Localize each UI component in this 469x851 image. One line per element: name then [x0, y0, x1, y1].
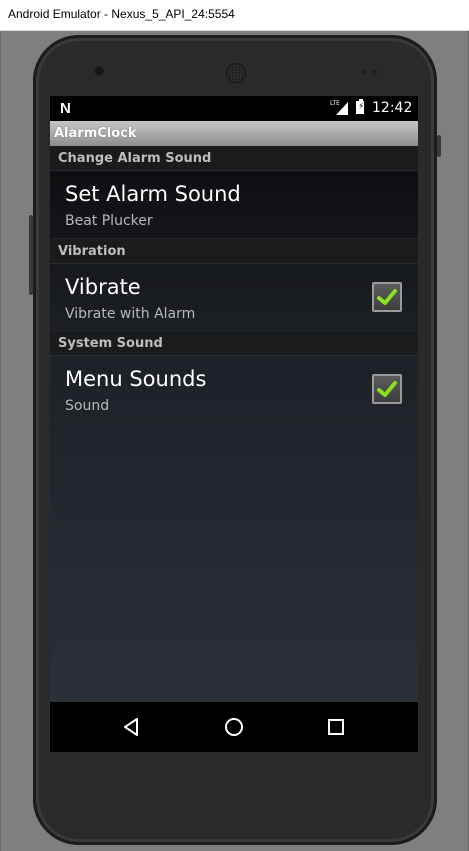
- proximity-sensor: [361, 70, 366, 75]
- category-system-sound: System Sound: [50, 331, 418, 356]
- app-bar: AlarmClock: [50, 121, 418, 146]
- home-icon[interactable]: [219, 712, 249, 742]
- pref-title: Set Alarm Sound: [65, 182, 241, 206]
- battery-icon: ⚡: [356, 99, 365, 114]
- check-icon: [377, 289, 397, 305]
- front-camera: [95, 67, 103, 75]
- pref-summary: Vibrate with Alarm: [65, 306, 196, 322]
- status-bar: N LTE ⚡ 12:42: [50, 96, 418, 121]
- emulator-title-bar: Android Emulator - Nexus_5_API_24:5554: [0, 0, 469, 31]
- n-icon: N: [60, 100, 71, 117]
- category-title: System Sound: [58, 336, 163, 351]
- window-border-left: [0, 31, 1, 851]
- status-time: 12:42: [372, 100, 413, 116]
- power-button[interactable]: [437, 135, 441, 157]
- pref-vibrate[interactable]: Vibrate Vibrate with Alarm: [50, 264, 418, 331]
- category-vibration: Vibration: [50, 239, 418, 264]
- app-title: AlarmClock: [54, 126, 137, 141]
- pref-summary: Beat Plucker: [65, 213, 153, 229]
- preferences-list: Change Alarm Sound Set Alarm Sound Beat …: [50, 146, 418, 702]
- earpiece-speaker: [226, 63, 246, 83]
- device-screen: N LTE ⚡ 12:42 AlarmClock Change Alarm So…: [50, 96, 418, 752]
- recents-icon[interactable]: [321, 712, 351, 742]
- vibrate-checkbox[interactable]: [372, 282, 402, 312]
- menu-sounds-checkbox[interactable]: [372, 374, 402, 404]
- pref-title: Vibrate: [65, 275, 141, 299]
- back-icon[interactable]: [116, 712, 146, 742]
- pref-menu-sounds[interactable]: Menu Sounds Sound: [50, 356, 418, 423]
- pref-summary: Sound: [65, 398, 110, 414]
- signal-icon: [336, 102, 348, 115]
- pref-set-alarm-sound[interactable]: Set Alarm Sound Beat Plucker: [50, 171, 418, 239]
- category-title: Change Alarm Sound: [58, 151, 212, 166]
- category-title: Vibration: [58, 244, 126, 259]
- battery-charging-icon: ⚡: [358, 102, 365, 112]
- pref-title: Menu Sounds: [65, 367, 207, 391]
- window-title: Android Emulator - Nexus_5_API_24:5554: [8, 7, 235, 21]
- navigation-bar: [50, 702, 418, 752]
- light-sensor: [372, 70, 377, 75]
- check-icon: [377, 381, 397, 397]
- category-change-alarm-sound: Change Alarm Sound: [50, 146, 418, 171]
